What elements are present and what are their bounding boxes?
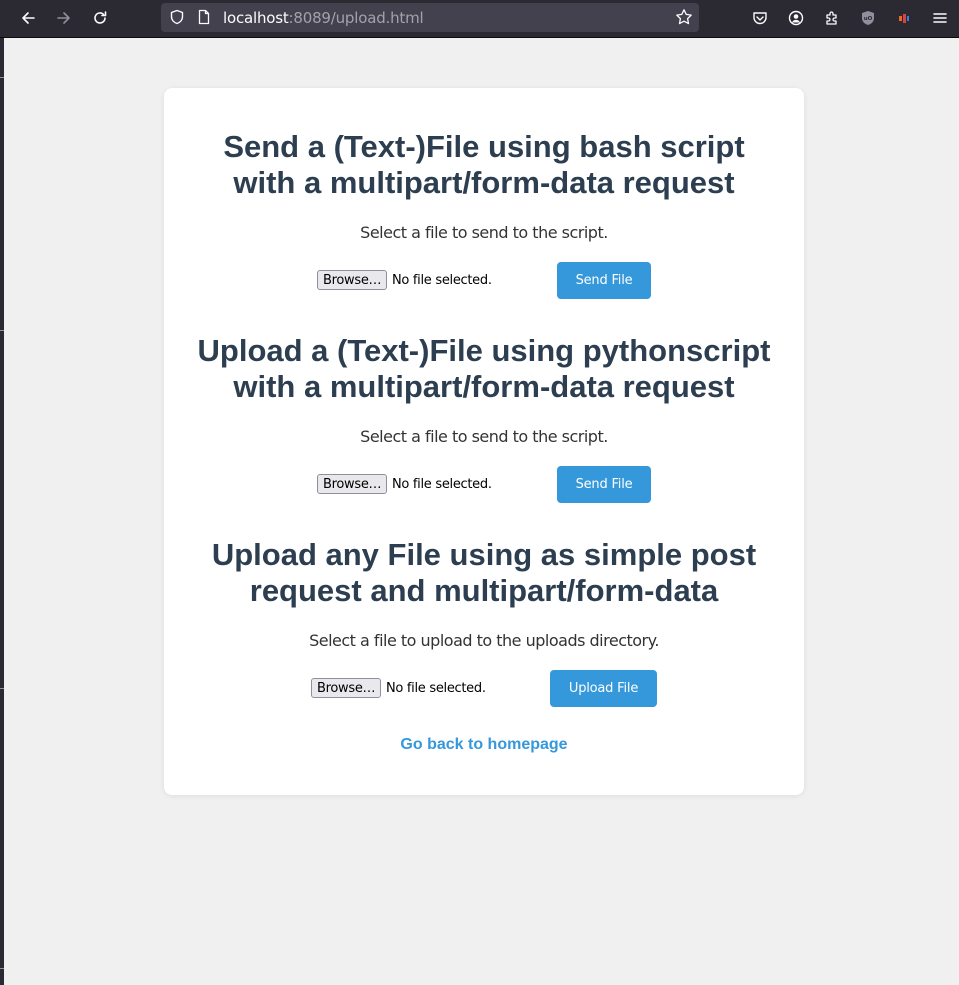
section-title-line1: Send a (Text-)File using bash script: [223, 129, 745, 164]
star-icon[interactable]: [675, 8, 693, 26]
page-icon[interactable]: [196, 9, 212, 25]
hamburger-icon: [933, 13, 947, 23]
section-title-line1: Upload any File using as simple post: [211, 537, 757, 572]
section-title-line2: with a multipart/form-data request: [233, 369, 735, 404]
section-description: Select a file to send to the script.: [360, 427, 608, 446]
url-host: localhost: [223, 9, 289, 27]
upload-card: Send a (Text-)File using bash script wit…: [164, 88, 804, 795]
bash-upload-section: Send a (Text-)File using bash script wit…: [164, 129, 804, 299]
extension-button[interactable]: [890, 4, 918, 32]
send-file-button[interactable]: Send File: [557, 262, 651, 299]
section-title: Upload a (Text-)File using pythonscript …: [164, 333, 804, 405]
puzzle-icon: [826, 11, 837, 25]
account-icon: [788, 10, 804, 26]
section-title: Upload any File using as simple post req…: [164, 537, 804, 609]
ublock-label: uO: [864, 16, 873, 22]
menu-button[interactable]: [926, 4, 954, 32]
ublock-icon: uO: [862, 11, 874, 25]
extensions-button[interactable]: [818, 4, 846, 32]
section-description: Select a file to upload to the uploads d…: [309, 631, 659, 650]
section-title-line2: request and multipart/form-data: [249, 573, 719, 608]
reload-icon: [94, 11, 107, 24]
address-bar[interactable]: localhost:8089/upload.html: [161, 3, 699, 32]
ublock-button[interactable]: uO: [854, 4, 882, 32]
pocket-icon: [753, 12, 767, 25]
pocket-button[interactable]: [746, 4, 774, 32]
reload-button[interactable]: [86, 4, 114, 32]
file-status: No file selected.: [386, 681, 486, 696]
url-text[interactable]: localhost:8089/upload.html: [223, 9, 424, 27]
section-title: Send a (Text-)File using bash script wit…: [164, 129, 804, 201]
browse-button[interactable]: Browse…: [311, 678, 382, 698]
section-title-line2: with a multipart/form-data request: [233, 165, 735, 200]
python-upload-section: Upload a (Text-)File using pythonscript …: [164, 333, 804, 503]
shield-icon[interactable]: [169, 9, 185, 25]
file-status: No file selected.: [392, 273, 492, 288]
back-button[interactable]: [14, 4, 42, 32]
send-file-button[interactable]: Send File: [557, 466, 651, 503]
section-title-line1: Upload a (Text-)File using pythonscript: [197, 333, 771, 368]
upload-file-button[interactable]: Upload File: [550, 670, 657, 707]
account-button[interactable]: [782, 4, 810, 32]
browser-toolbar: localhost:8089/upload.html uO: [0, 0, 959, 38]
arrow-right-icon: [57, 12, 70, 24]
browse-button[interactable]: Browse…: [317, 270, 388, 290]
browse-button[interactable]: Browse…: [317, 474, 388, 494]
homepage-link[interactable]: Go back to homepage: [164, 736, 804, 754]
arrow-left-icon: [22, 12, 35, 24]
window-edge: [0, 38, 4, 985]
extension-icon: [899, 14, 909, 23]
section-description: Select a file to send to the script.: [360, 223, 608, 242]
forward-button[interactable]: [50, 4, 78, 32]
simple-post-upload-section: Upload any File using as simple post req…: [164, 537, 804, 707]
url-path: :8089/upload.html: [288, 9, 424, 27]
file-status: No file selected.: [392, 477, 492, 492]
